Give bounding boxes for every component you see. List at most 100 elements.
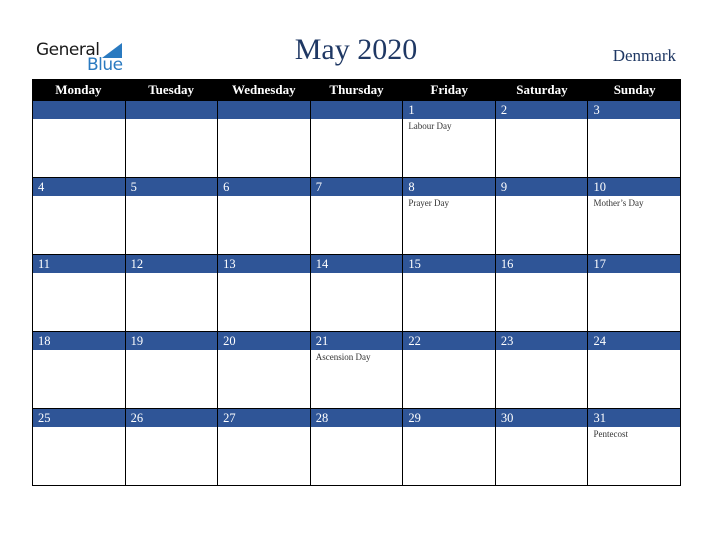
calendar-title: May 2020 <box>294 33 418 66</box>
day-number: 24 <box>588 332 681 350</box>
day-cell[interactable]: 24 <box>588 332 682 409</box>
day-cell[interactable]: 13 <box>218 255 311 332</box>
weekday-header: Tuesday <box>148 82 194 97</box>
day-cell[interactable]: 12 <box>125 255 219 332</box>
holiday-label <box>33 350 125 352</box>
week-row: 1 Labour Day 2 3 <box>32 101 682 178</box>
holiday-label <box>33 273 125 275</box>
weekday-header: Thursday <box>329 82 384 97</box>
country-label: Denmark <box>612 46 676 65</box>
day-number: 21 <box>310 332 403 350</box>
day-cell[interactable]: 10 Mother’s Day <box>588 178 682 255</box>
holiday-label <box>218 350 310 352</box>
day-number <box>218 101 310 119</box>
holiday-label <box>33 427 125 429</box>
holiday-label <box>218 119 310 121</box>
day-number: 13 <box>218 255 310 273</box>
week-row: 11 12 13 14 15 16 17 <box>32 255 682 332</box>
day-cell[interactable] <box>310 101 404 178</box>
holiday-label <box>403 273 495 275</box>
day-number: 19 <box>125 332 218 350</box>
day-cell[interactable]: 22 <box>403 332 496 409</box>
day-cell[interactable]: 5 <box>125 178 219 255</box>
day-cell[interactable]: 14 <box>310 255 404 332</box>
day-cell[interactable]: 27 <box>218 409 311 486</box>
weekday-header-row: Monday Tuesday Wednesday Thursday Friday… <box>32 79 681 101</box>
day-number: 30 <box>495 409 588 427</box>
day-number: 7 <box>310 178 403 196</box>
week-row: 4 5 6 7 8 Prayer Day 9 10 Mother’s Day <box>32 178 682 255</box>
day-number: 14 <box>310 255 403 273</box>
day-number: 9 <box>495 178 588 196</box>
holiday-label: Pentecost <box>593 429 628 439</box>
holiday-label <box>311 119 403 121</box>
week-row: 25 26 27 28 29 30 31 Pentecost <box>32 409 682 486</box>
day-cell[interactable]: 2 <box>495 101 589 178</box>
day-number: 3 <box>588 101 681 119</box>
day-cell[interactable]: 17 <box>588 255 682 332</box>
day-number: 6 <box>218 178 310 196</box>
holiday-label <box>496 427 588 429</box>
day-cell[interactable]: 3 <box>588 101 682 178</box>
day-cell[interactable]: 4 <box>33 178 126 255</box>
day-cell[interactable]: 8 Prayer Day <box>403 178 496 255</box>
day-cell[interactable]: 31 Pentecost <box>588 409 682 486</box>
day-number <box>33 101 125 119</box>
day-cell[interactable]: 18 <box>33 332 126 409</box>
holiday-label <box>311 196 403 198</box>
day-cell[interactable]: 9 <box>495 178 589 255</box>
calendar-grid: Monday Tuesday Wednesday Thursday Friday… <box>32 79 682 486</box>
day-number: 8 <box>403 178 495 196</box>
day-number: 18 <box>33 332 125 350</box>
holiday-label <box>403 427 495 429</box>
holiday-label <box>311 427 403 429</box>
day-number: 15 <box>403 255 495 273</box>
holiday-label <box>218 196 310 198</box>
day-cell[interactable]: 7 <box>310 178 404 255</box>
day-number: 12 <box>125 255 218 273</box>
day-number: 5 <box>125 178 218 196</box>
holiday-label <box>588 119 680 121</box>
holiday-label: Mother’s Day <box>593 198 644 208</box>
day-number: 29 <box>403 409 495 427</box>
day-cell[interactable] <box>33 101 126 178</box>
week-row: 18 19 20 21 Ascension Day 22 23 24 <box>32 332 682 409</box>
holiday-label <box>33 196 125 198</box>
holiday-label <box>126 427 218 429</box>
weekday-header: Wednesday <box>232 82 296 97</box>
day-number: 26 <box>125 409 218 427</box>
day-cell[interactable]: 26 <box>125 409 219 486</box>
day-cell[interactable]: 30 <box>495 409 589 486</box>
day-number: 25 <box>33 409 125 427</box>
day-number <box>310 101 403 119</box>
day-cell[interactable]: 19 <box>125 332 219 409</box>
day-number: 16 <box>495 255 588 273</box>
holiday-label: Prayer Day <box>408 198 450 208</box>
day-cell[interactable]: 23 <box>495 332 589 409</box>
day-cell[interactable]: 1 Labour Day <box>403 101 496 178</box>
day-number: 27 <box>218 409 310 427</box>
day-number: 31 <box>588 409 681 427</box>
day-cell[interactable] <box>125 101 219 178</box>
day-cell[interactable]: 20 <box>218 332 311 409</box>
day-cell[interactable]: 15 <box>403 255 496 332</box>
holiday-label <box>311 273 403 275</box>
holiday-label <box>126 119 218 121</box>
holiday-label <box>588 350 680 352</box>
day-cell[interactable] <box>218 101 311 178</box>
day-cell[interactable]: 16 <box>495 255 589 332</box>
weekday-header: Friday <box>430 82 469 97</box>
day-number: 17 <box>588 255 681 273</box>
day-cell[interactable]: 29 <box>403 409 496 486</box>
day-number: 20 <box>218 332 310 350</box>
holiday-label <box>588 273 680 275</box>
day-number: 23 <box>495 332 588 350</box>
day-cell[interactable]: 28 <box>310 409 404 486</box>
day-cell[interactable]: 11 <box>33 255 126 332</box>
holiday-label <box>218 427 310 429</box>
day-cell[interactable]: 21 Ascension Day <box>310 332 404 409</box>
day-cell[interactable]: 25 <box>33 409 126 486</box>
holiday-label <box>496 196 588 198</box>
day-cell[interactable]: 6 <box>218 178 311 255</box>
weeks-container: 1 Labour Day 2 3 4 5 6 7 8 Prayer Day 9 10 Mother’s … <box>32 101 682 486</box>
